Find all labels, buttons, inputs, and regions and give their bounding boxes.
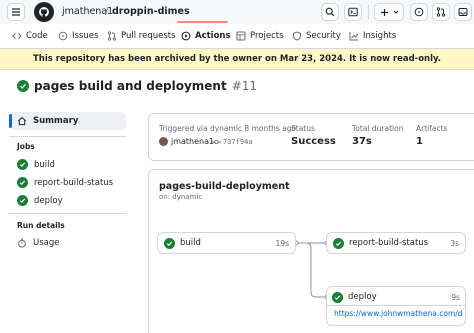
- success-check-icon: [333, 237, 344, 249]
- job-duration: 19s: [275, 238, 289, 248]
- job-duration: 3s: [450, 238, 459, 248]
- job-name: deploy: [348, 292, 377, 302]
- job-node-report-build-status[interactable]: report-build-status 3s: [326, 232, 466, 254]
- job-node-build[interactable]: build 19s: [157, 232, 296, 254]
- job-name: build: [180, 238, 201, 248]
- deploy-url-divider: [327, 305, 465, 306]
- deploy-url-link[interactable]: https://www.johnwmathena.com/dropp...: [334, 309, 462, 318]
- job-name: report-build-status: [349, 238, 429, 248]
- job-duration: 9s: [451, 292, 460, 302]
- success-check-icon: [332, 291, 343, 303]
- job-connectors: [293, 240, 330, 300]
- success-check-icon: [164, 237, 175, 249]
